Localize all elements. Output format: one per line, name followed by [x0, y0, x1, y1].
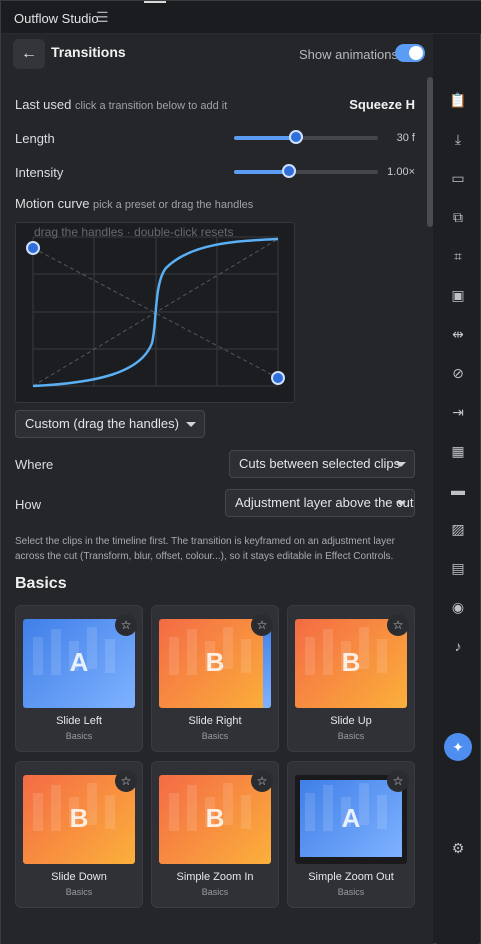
length-label: Length — [15, 131, 55, 146]
how-value: Adjustment layer above the cut — [235, 495, 414, 510]
thumbnail-letter: B — [205, 647, 225, 677]
show-animations-toggle[interactable] — [395, 44, 425, 62]
intensity-slider-thumb[interactable] — [281, 164, 296, 178]
length-slider-fill — [234, 136, 296, 140]
app-title: Outflow Studio — [14, 11, 99, 26]
clipboard-icon[interactable]: 📋 — [447, 89, 469, 111]
transition-category: Basics — [65, 731, 93, 741]
transitions-panel: ← Transitions Show animations Last used … — [1, 34, 433, 944]
where-select[interactable]: Cuts between selected clips — [229, 450, 415, 478]
transition-category: Basics — [337, 731, 365, 741]
transition-card[interactable]: A ☆ Simple Zoom Out Basics — [287, 761, 415, 908]
crop-icon[interactable]: ⌗ — [447, 245, 469, 267]
length-value: 30 f — [396, 132, 415, 144]
transition-name: Slide Down — [51, 871, 107, 883]
star-icon[interactable]: ☆ — [251, 770, 273, 792]
motion-curve-hint: pick a preset or drag the handles — [93, 199, 254, 211]
subtitles-icon[interactable]: ▭ — [447, 167, 469, 189]
description-text: Select the clips in the timeline first. … — [15, 536, 395, 562]
layers-icon[interactable]: ⧉ — [447, 206, 469, 228]
divider-icon[interactable]: ▬ — [447, 479, 469, 501]
ai-assistant-button[interactable]: ✦ — [444, 733, 472, 761]
motion-curve-row: Motion curve pick a preset or drag the h… — [15, 196, 253, 211]
toggle-knob — [409, 46, 423, 60]
thumbnail-letter: B — [69, 803, 89, 833]
page-title: Transitions — [51, 44, 126, 60]
grid-icon[interactable]: ▦ — [447, 440, 469, 462]
transition-card[interactable]: A ☆ Slide Left Basics — [15, 605, 143, 752]
star-icon[interactable]: ☆ — [387, 614, 409, 636]
curve-preset-select[interactable]: Custom (drag the handles) — [15, 410, 205, 438]
length-slider[interactable] — [234, 130, 378, 144]
star-icon[interactable]: ☆ — [387, 770, 409, 792]
intensity-slider-fill — [234, 170, 289, 174]
arrow-left-icon: ← — [21, 45, 37, 62]
transition-category: Basics — [337, 887, 365, 897]
curve-graph — [26, 236, 285, 388]
right-toolbar: 📋 ⤓ ▭ ⧉ ⌗ ▣ ⇹ ⊘ ⇥ ▦ ▬ ▨ ▤ ◉ ♪ ✦ ⚙ — [437, 77, 479, 944]
panel-scrollbar[interactable] — [427, 77, 433, 227]
thumbnail-letter: B — [341, 647, 361, 677]
transition-category: Basics — [201, 731, 229, 741]
star-icon[interactable]: ☆ — [115, 614, 137, 636]
chevron-down-icon — [396, 501, 406, 506]
transition-card[interactable]: B ☆ Simple Zoom In Basics — [151, 761, 279, 908]
transition-card[interactable]: B ☆ Slide Up Basics — [287, 605, 415, 752]
how-select[interactable]: Adjustment layer above the cut — [225, 489, 415, 517]
frame-icon[interactable]: ▣ — [447, 284, 469, 306]
back-button[interactable]: ← — [13, 39, 45, 69]
split-icon[interactable]: ⇹ — [447, 323, 469, 345]
intensity-value: 1.00× — [387, 166, 415, 178]
transition-name: Slide Right — [188, 715, 242, 727]
star-icon[interactable]: ☆ — [251, 614, 273, 636]
last-used-label: Last used — [15, 97, 72, 112]
gear-icon[interactable]: ⚙ — [447, 837, 469, 859]
curve-canvas-hint: drag the handles · double-click resets — [34, 225, 234, 239]
intensity-label: Intensity — [15, 165, 64, 180]
chevron-down-icon — [396, 462, 406, 467]
transition-name: Simple Zoom In — [176, 871, 254, 883]
panel-header: ← Transitions Show animations — [1, 34, 433, 77]
intensity-slider[interactable] — [234, 164, 378, 178]
show-animations-label: Show animations — [299, 47, 398, 62]
download-icon[interactable]: ⤓ — [447, 128, 469, 150]
disabled-icon[interactable]: ⊘ — [447, 362, 469, 384]
last-used-value[interactable]: Squeeze H — [349, 97, 415, 112]
where-label: Where — [15, 457, 54, 472]
transition-name: Slide Up — [330, 715, 372, 727]
transition-icon[interactable]: ⇥ — [447, 401, 469, 423]
how-label: How — [15, 497, 42, 512]
transition-card[interactable]: B ☆ Slide Right Basics — [151, 605, 279, 752]
document-icon[interactable]: ▤ — [447, 557, 469, 579]
thumbnail-letter: A — [69, 647, 89, 677]
chevron-down-icon — [186, 422, 196, 427]
last-used-hint: click a transition below to add it — [75, 100, 228, 112]
hamburger-menu-icon[interactable]: ☰ — [96, 9, 109, 26]
title-bar: Outflow Studio ☰ — [1, 1, 481, 34]
image-icon[interactable]: ▨ — [447, 518, 469, 540]
audio-icon[interactable]: ♪ — [447, 635, 469, 657]
camera-icon[interactable]: ◉ — [447, 596, 469, 618]
where-value: Cuts between selected clips — [239, 456, 401, 471]
transition-name: Slide Left — [56, 715, 102, 727]
curve-preset-value: Custom (drag the handles) — [25, 416, 179, 431]
transition-category: Basics — [201, 887, 229, 897]
star-icon[interactable]: ☆ — [115, 770, 137, 792]
active-tab-indicator — [144, 1, 166, 3]
section-title-basics: Basics — [15, 575, 67, 592]
curve-editor[interactable]: drag the handles · double-click resets — [15, 222, 295, 403]
length-slider-thumb[interactable] — [288, 130, 303, 144]
motion-curve-label: Motion curve — [15, 196, 90, 211]
last-used-row: Last used click a transition below to ad… — [15, 97, 227, 112]
transition-category: Basics — [65, 887, 93, 897]
app-window: Outflow Studio ☰ ← Transitions Show anim… — [0, 0, 481, 944]
curve-handle-end[interactable] — [271, 371, 285, 385]
transition-name: Simple Zoom Out — [308, 871, 394, 883]
thumbnail-letter: B — [205, 803, 225, 833]
transition-card[interactable]: B ☆ Slide Down Basics — [15, 761, 143, 908]
curve-handle-start[interactable] — [26, 241, 40, 255]
thumbnail-letter: A — [341, 803, 361, 833]
